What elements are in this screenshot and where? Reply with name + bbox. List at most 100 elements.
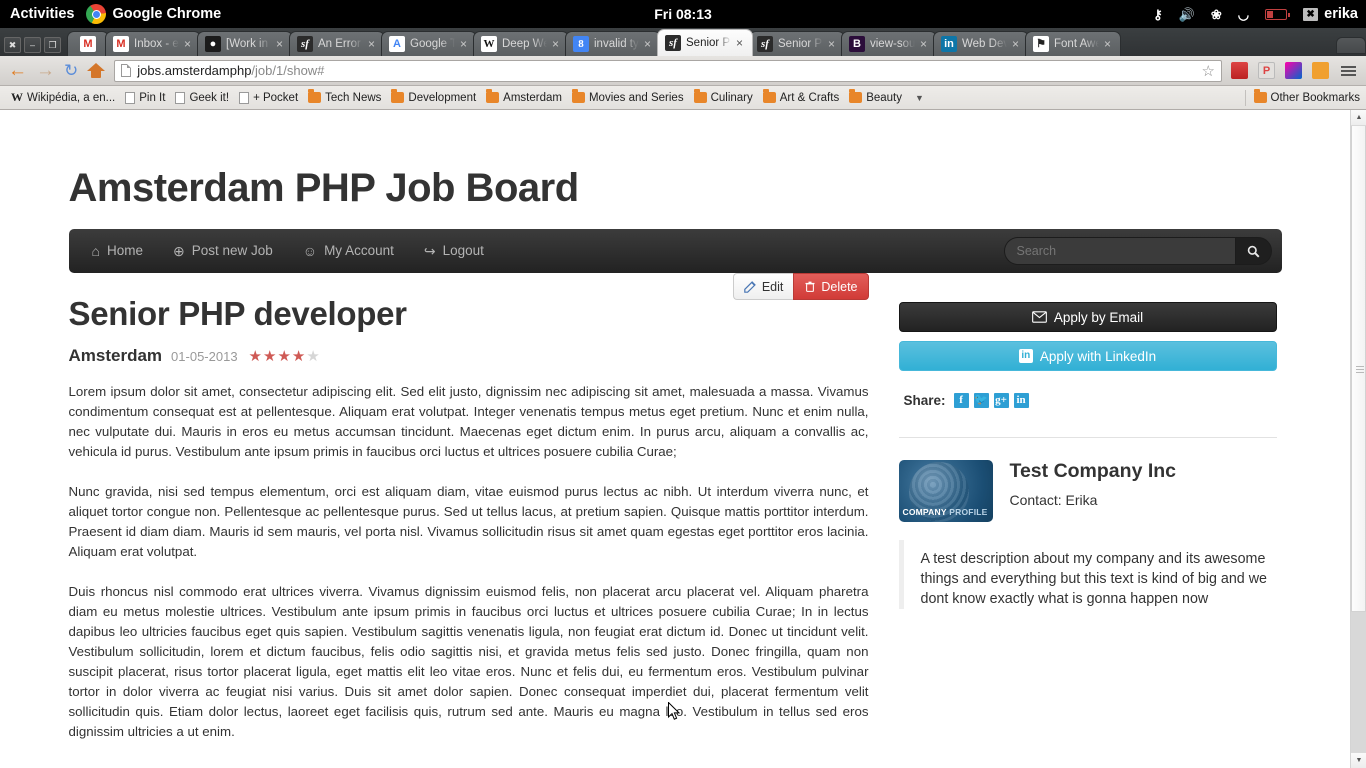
facebook-icon[interactable]: f (953, 393, 969, 408)
bookmark-item[interactable]: Culinary (689, 89, 758, 106)
bookmark-item[interactable]: W Wikipédia, a en... (6, 88, 120, 107)
job-meta: Amsterdam 01-05-2013 ★ ★ ★ ★ ★ (69, 333, 869, 382)
tab-close-icon[interactable]: × (736, 37, 748, 49)
delete-button[interactable]: Delete (793, 273, 869, 300)
browser-tab-strip: ✖ – ❐ M M Inbox - eri × ● [Work in P × sf An Err… (0, 28, 1366, 56)
bookmark-item[interactable]: Development (386, 89, 481, 106)
browser-tab[interactable]: A Google Tr × (381, 31, 477, 56)
browser-tab[interactable]: sf An Error O × (289, 31, 385, 56)
search-input[interactable] (1003, 237, 1235, 265)
tab-close-icon[interactable]: × (920, 38, 932, 50)
accessibility-icon[interactable]: ⚷ (1153, 8, 1163, 21)
bookmark-item[interactable]: + Pocket (234, 90, 303, 106)
bookmarks-divider (1244, 89, 1246, 106)
scroll-up-arrow-icon[interactable]: ▲ (1351, 110, 1366, 126)
browser-tab[interactable]: M (67, 31, 109, 56)
page-info-icon[interactable] (121, 64, 132, 77)
extension-icon-orange[interactable] (1312, 62, 1329, 79)
edit-button[interactable]: Edit (732, 273, 794, 300)
nav-item-logout[interactable]: ↪ Logout (409, 229, 499, 273)
forward-arrow-icon[interactable]: → (36, 61, 55, 80)
apply-by-email-button[interactable]: Apply by Email (898, 302, 1277, 332)
window-close-button[interactable]: ✖ (4, 37, 21, 53)
bookmark-label: Pin It (139, 91, 166, 104)
tab-close-icon[interactable]: × (184, 38, 196, 50)
extension-icon-colorful[interactable] (1285, 62, 1302, 79)
nav-item-home[interactable]: ⌂ Home (77, 229, 158, 273)
clock[interactable]: Fri 08:13 (654, 6, 712, 22)
address-bar[interactable]: jobs.amsterdamphp/job/1/show# ☆ (114, 59, 1222, 82)
tab-close-icon[interactable]: × (552, 38, 564, 50)
browser-tab[interactable]: 8 invalid typ × (565, 31, 661, 56)
home-icon[interactable] (87, 62, 106, 79)
browser-tab[interactable]: Bview-sour × (841, 31, 937, 56)
nav-item-my-account[interactable]: ☺ My Account (288, 229, 409, 273)
tab-close-icon[interactable]: × (368, 38, 380, 50)
new-tab-button[interactable] (1336, 37, 1366, 54)
bookmarks-overflow-chevron-icon[interactable]: ▼ (907, 93, 932, 103)
tab-close-icon[interactable]: × (276, 38, 288, 50)
folder-icon (1253, 89, 1267, 103)
bookmark-star-icon[interactable]: ☆ (1202, 62, 1215, 80)
bookmark-item[interactable]: Movies and Series (567, 89, 689, 106)
bluetooth-icon[interactable]: ❀ (1211, 8, 1222, 21)
scrollbar-thumb[interactable] (1351, 126, 1366, 612)
search-button[interactable] (1234, 237, 1272, 265)
scrollbar-grip-icon (1356, 365, 1364, 375)
tab-close-icon[interactable]: × (828, 38, 840, 50)
scroll-down-arrow-icon[interactable]: ▼ (1351, 752, 1366, 768)
tab-close-icon[interactable]: × (460, 38, 472, 50)
tab-close-icon[interactable]: × (644, 38, 656, 50)
activities-button[interactable]: Activities (0, 6, 86, 22)
app-menu-google-chrome[interactable]: Google Chrome (86, 4, 221, 24)
toolbar-extensions: P (1231, 62, 1358, 79)
app-menu-label: Google Chrome (112, 6, 222, 22)
battery-icon[interactable] (1265, 8, 1291, 20)
twitter-icon[interactable]: 🐦 (973, 393, 989, 408)
tab-list: MMInbox - eri×●[Work in P×sfAn Error O×A… (67, 29, 1326, 56)
wifi-icon[interactable]: ◡ (1238, 8, 1249, 21)
browser-tab[interactable]: sf Senior PH × (749, 31, 845, 56)
extension-icon-red[interactable] (1231, 62, 1248, 79)
bookmark-item[interactable]: Pin It (120, 90, 170, 106)
wikipedia-icon: W (481, 36, 497, 52)
hamburger-menu-icon[interactable] (1339, 64, 1358, 78)
window-minimize-button[interactable]: – (24, 37, 41, 53)
scrollbar-track[interactable] (1351, 126, 1366, 752)
symfony-icon: sf (665, 35, 681, 51)
bookmark-item[interactable]: Tech News (303, 89, 386, 106)
browser-tab[interactable]: ● [Work in P × (197, 31, 293, 56)
tab-close-icon[interactable]: × (1012, 38, 1024, 50)
browser-tab[interactable]: in Web Deve × (933, 31, 1029, 56)
bookmark-item[interactable]: Art & Crafts (758, 89, 844, 106)
extension-icon-pinterest[interactable]: P (1258, 62, 1275, 79)
apply-with-linkedin-button[interactable]: in Apply with LinkedIn (898, 341, 1277, 371)
job-date: 01-05-2013 (171, 348, 238, 364)
star-icon: ★ (248, 347, 262, 365)
vertical-scrollbar[interactable]: ▲ ▼ (1350, 110, 1366, 768)
company-name: Test Company Inc (1009, 460, 1177, 482)
bookmark-item[interactable]: Geek it! (170, 90, 234, 106)
google-plus-icon[interactable]: g+ (993, 393, 1009, 408)
nav-item-label: My Account (324, 243, 394, 258)
star-icon: ★ (277, 347, 291, 365)
user-menu[interactable]: ✖ erika (1303, 6, 1358, 22)
bookmark-item[interactable]: Amsterdam (481, 89, 567, 106)
back-arrow-icon[interactable]: ← (8, 61, 27, 80)
other-bookmarks-folder[interactable]: Other Bookmarks (1241, 89, 1360, 106)
browser-tab[interactable]: W Deep Web × (473, 31, 569, 56)
browser-tab[interactable]: M Inbox - eri × (105, 31, 201, 56)
folder-icon (849, 89, 863, 103)
wikipedia-icon: W (11, 90, 23, 104)
browser-tab-active[interactable]: sf Senior PH × (657, 29, 753, 56)
window-restore-button[interactable]: ❐ (44, 37, 61, 53)
volume-icon[interactable]: 🔊 (1179, 8, 1195, 21)
nav-item-label: Home (106, 243, 143, 258)
tab-close-icon[interactable]: × (1104, 38, 1116, 50)
linkedin-icon[interactable]: in (1013, 393, 1029, 408)
nav-item-post-new-job[interactable]: ⊕ Post new Job (158, 229, 288, 273)
reload-icon[interactable]: ↻ (64, 62, 78, 79)
bookmark-item[interactable]: Beauty (844, 89, 907, 106)
browser-tab-label: Inbox - eri (134, 38, 179, 50)
browser-tab[interactable]: ⚑ Font Awe × (1025, 31, 1121, 56)
